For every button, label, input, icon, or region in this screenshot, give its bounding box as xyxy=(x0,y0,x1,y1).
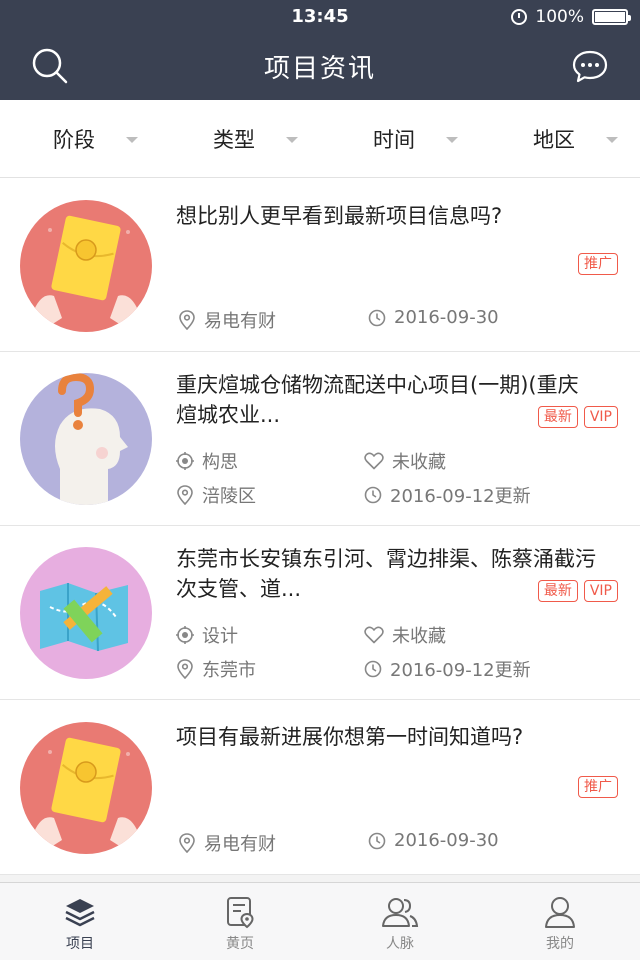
date-text: 2016-09-12更新 xyxy=(390,660,531,681)
item-date: 2016-09-30 xyxy=(368,830,499,851)
filter-type[interactable]: 类型 xyxy=(160,100,320,177)
status-bar: 13:45 100% xyxy=(0,0,640,36)
list-item[interactable]: 东莞市长安镇东引河、霄边排渠、陈蔡涌截污次支管、道... 最新 VIP 设计 未… xyxy=(0,526,640,700)
tag-new: 最新 xyxy=(537,580,578,602)
filter-label: 时间 xyxy=(373,127,415,152)
item-tags: 推广 xyxy=(578,253,618,275)
stage-text: 构思 xyxy=(202,452,238,473)
bottom-tab-bar: 项目 黄页 人脉 我的 xyxy=(0,882,640,960)
map-pencil-icon xyxy=(20,547,152,679)
dropdown-arrow-icon xyxy=(286,137,298,143)
tab-label: 人脉 xyxy=(386,936,414,952)
item-date: 2016-09-12更新 xyxy=(364,656,531,682)
date-text: 2016-09-12更新 xyxy=(390,486,531,507)
location-pin-icon xyxy=(177,485,193,505)
item-location: 东莞市 xyxy=(176,656,256,682)
item-title: 东莞市长安镇东引河、霄边排渠、陈蔡涌截污次支管、道... xyxy=(176,547,596,601)
list-item[interactable]: 想比别人更早看到最新项目信息吗? 推广 易电有财 2016-09-30 xyxy=(0,179,640,352)
item-title: 想比别人更早看到最新项目信息吗? xyxy=(176,204,503,228)
item-location: 易电有财 xyxy=(178,307,276,333)
target-icon xyxy=(176,452,194,470)
item-date: 2016-09-30 xyxy=(368,307,499,328)
filter-region[interactable]: 地区 xyxy=(480,100,640,177)
tab-contacts[interactable]: 人脉 xyxy=(320,883,480,960)
location-pin-icon xyxy=(179,310,195,330)
red-envelope-icon xyxy=(20,722,152,854)
item-location: 涪陵区 xyxy=(176,482,256,508)
status-right: 100% xyxy=(511,7,631,27)
yellow-pages-icon xyxy=(227,897,254,929)
layers-icon xyxy=(65,899,95,927)
tab-projects[interactable]: 项目 xyxy=(0,883,160,960)
item-tags: 最新 VIP xyxy=(537,406,618,428)
thinking-head-icon xyxy=(20,373,152,505)
page-title: 项目资讯 xyxy=(263,54,376,84)
battery-icon xyxy=(592,9,631,25)
location-text: 东莞市 xyxy=(202,660,256,681)
item-favorite[interactable]: 未收藏 xyxy=(364,448,446,474)
red-envelope-icon xyxy=(20,200,152,332)
tag-promo: 推广 xyxy=(578,253,618,275)
filter-time[interactable]: 时间 xyxy=(320,100,480,177)
dropdown-arrow-icon xyxy=(446,137,458,143)
item-title: 重庆煊城仓储物流配送中心项目(一期)(重庆煊城农业... xyxy=(176,373,579,427)
item-title: 项目有最新进展你想第一时间知道吗? xyxy=(176,725,524,749)
item-favorite[interactable]: 未收藏 xyxy=(364,622,446,648)
tag-promo: 推广 xyxy=(578,776,618,798)
tab-label: 我的 xyxy=(546,936,574,952)
chat-bubble-icon[interactable] xyxy=(570,46,610,86)
favorite-text: 未收藏 xyxy=(392,452,446,473)
target-icon xyxy=(176,626,194,644)
tab-label: 项目 xyxy=(66,936,94,952)
clock-icon xyxy=(368,832,386,849)
tag-new: 最新 xyxy=(537,406,578,428)
list-item[interactable]: 项目有最新进展你想第一时间知道吗? 推广 易电有财 2016-09-30 xyxy=(0,700,640,875)
date-text: 2016-09-30 xyxy=(394,830,499,851)
heart-icon xyxy=(364,626,384,644)
filter-label: 类型 xyxy=(213,127,255,152)
item-stage: 构思 xyxy=(176,448,238,474)
date-text: 2016-09-30 xyxy=(394,307,499,328)
clock-icon xyxy=(364,486,382,504)
item-location: 易电有财 xyxy=(178,830,276,856)
filter-bar: 阶段 类型 时间 地区 xyxy=(0,100,640,178)
tag-vip: VIP xyxy=(583,580,618,602)
clock-icon xyxy=(364,660,382,678)
item-date: 2016-09-12更新 xyxy=(364,482,531,508)
dropdown-arrow-icon xyxy=(606,137,618,143)
tag-vip: VIP xyxy=(583,406,618,428)
location-text: 易电有财 xyxy=(204,311,276,332)
tab-yellow-pages[interactable]: 黄页 xyxy=(160,883,320,960)
location-text: 易电有财 xyxy=(204,834,276,855)
stage-text: 设计 xyxy=(202,626,238,647)
alarm-icon xyxy=(511,9,528,25)
item-tags: 推广 xyxy=(578,776,618,798)
heart-icon xyxy=(364,452,384,470)
filter-stage[interactable]: 阶段 xyxy=(0,100,160,177)
battery-percent: 100% xyxy=(535,7,584,27)
profile-icon xyxy=(545,897,575,928)
tab-profile[interactable]: 我的 xyxy=(480,883,640,960)
favorite-text: 未收藏 xyxy=(392,626,446,647)
contacts-icon xyxy=(382,898,419,927)
tab-label: 黄页 xyxy=(226,936,254,952)
item-stage: 设计 xyxy=(176,622,238,648)
filter-label: 阶段 xyxy=(53,127,95,152)
filter-label: 地区 xyxy=(533,127,575,152)
list-item[interactable]: 重庆煊城仓储物流配送中心项目(一期)(重庆煊城农业... 最新 VIP 构思 未… xyxy=(0,352,640,526)
app-header: 13:45 100% 项目资讯 xyxy=(0,0,640,100)
location-pin-icon xyxy=(179,833,195,853)
location-text: 涪陵区 xyxy=(202,486,256,507)
item-tags: 最新 VIP xyxy=(537,580,618,602)
clock-icon xyxy=(368,309,386,326)
location-pin-icon xyxy=(177,659,193,679)
dropdown-arrow-icon xyxy=(126,137,138,143)
